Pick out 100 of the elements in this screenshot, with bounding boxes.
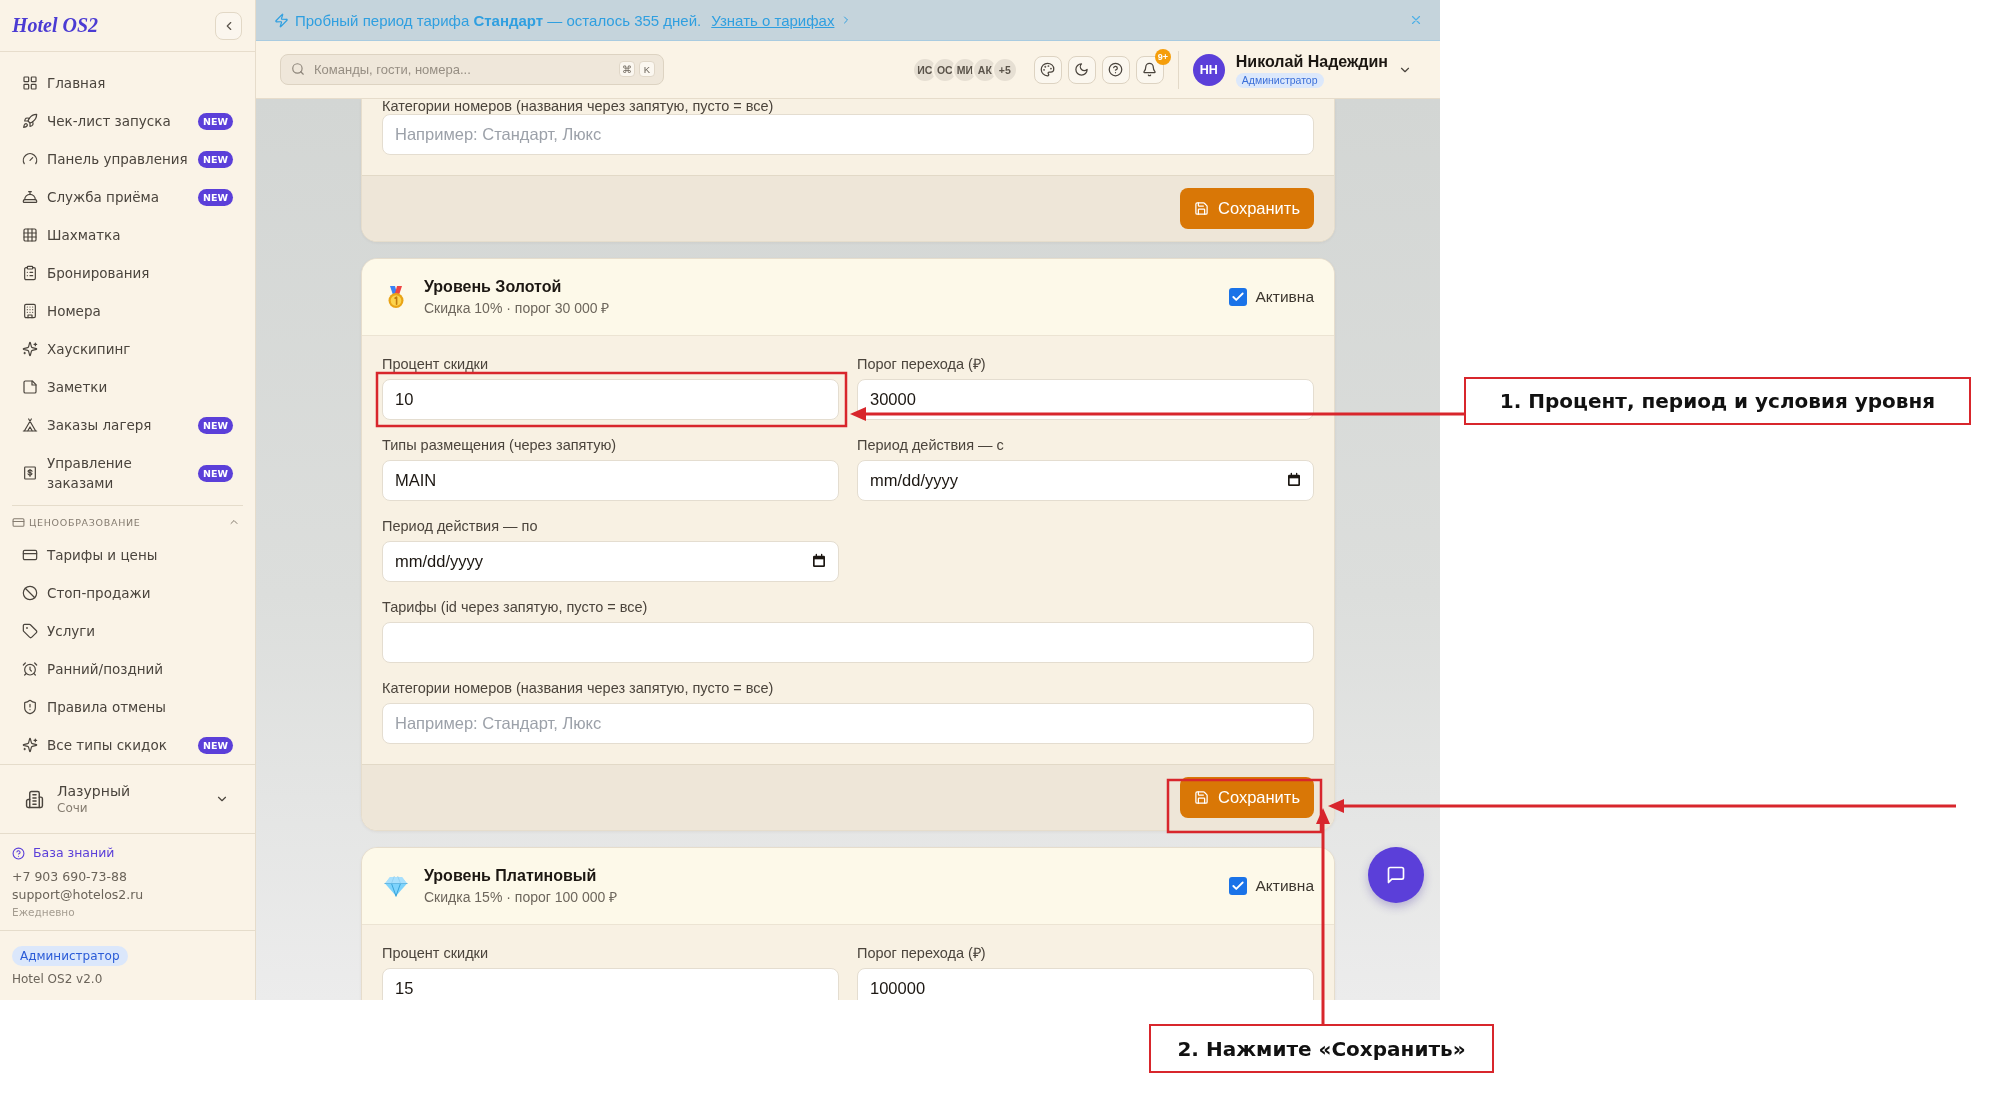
- text-field[interactable]: 10: [382, 379, 839, 420]
- sidebar-item[interactable]: Стоп-продажи: [12, 574, 243, 612]
- clipboard-icon: [22, 265, 38, 281]
- sidebar-item[interactable]: Все типы скидок NEW: [12, 726, 243, 764]
- save-icon: [1194, 201, 1209, 216]
- sidebar-item[interactable]: Хаускипинг: [12, 330, 243, 368]
- new-badge: NEW: [198, 150, 233, 168]
- text-field[interactable]: 30000: [857, 379, 1314, 420]
- role-badge: Администратор: [12, 946, 128, 966]
- new-badge: NEW: [198, 464, 233, 482]
- sidebar-item[interactable]: Главная: [12, 64, 243, 102]
- sidebar-item[interactable]: Заказы лагеря NEW: [12, 406, 243, 444]
- app-version: Hotel OS2 v2.0: [12, 971, 103, 988]
- dark-mode-button[interactable]: [1067, 55, 1096, 84]
- text-field[interactable]: 15: [382, 968, 839, 1000]
- field-label: Период действия — с: [857, 437, 1004, 454]
- support-phone: +7 903 690-73-88: [12, 868, 127, 886]
- user-name: Николай Надеждин: [1235, 51, 1388, 71]
- hotel-building-icon: [25, 789, 44, 809]
- help-button[interactable]: [1101, 55, 1130, 84]
- new-badge: NEW: [198, 112, 233, 130]
- sidebar-item[interactable]: Служба приёма NEW: [12, 178, 243, 216]
- banner-text: Пробный период тарифа Стандарт — осталось 355 дней.: [295, 11, 702, 29]
- text-field[interactable]: [382, 622, 1314, 663]
- field-label: Период действия — по: [382, 518, 538, 535]
- text-field[interactable]: 100000: [857, 968, 1314, 1000]
- field-label: Типы размещения (через запятую): [382, 437, 617, 454]
- support-hours: Ежедневно: [12, 905, 75, 920]
- help-icon: [1108, 62, 1124, 77]
- prohibited-icon: [22, 585, 38, 601]
- dashboard-grid-icon: [22, 75, 38, 91]
- checkmark-icon: [1230, 290, 1245, 304]
- sidebar-item[interactable]: Правила отмены: [12, 688, 243, 726]
- sidebar-item[interactable]: Услуги: [12, 612, 243, 650]
- sidebar-item[interactable]: Тарифы и цены: [12, 536, 243, 574]
- active-label: Активна: [1255, 288, 1314, 306]
- service-bell-icon: [22, 189, 38, 205]
- credit-card-icon: [22, 547, 38, 563]
- field-label: Порог перехода (₽): [857, 356, 986, 373]
- sidebar-item[interactable]: Чек-лист запуска NEW: [12, 102, 243, 140]
- bell-icon: [1142, 62, 1158, 77]
- date-field[interactable]: mm/dd/yyyy: [857, 460, 1314, 501]
- active-checkbox[interactable]: [1228, 877, 1247, 895]
- tier-title: Уровень Золотой: [424, 277, 562, 296]
- table-grid-icon: [22, 227, 38, 243]
- notification-count: 9+: [1154, 48, 1171, 65]
- active-label: Активна: [1255, 877, 1314, 895]
- tier-summary: Скидка 15% · порог 100 000 ₽: [424, 888, 618, 906]
- sidebar-item[interactable]: Панель управления NEW: [12, 140, 243, 178]
- building-icon: [22, 303, 38, 319]
- date-field[interactable]: mm/dd/yyyy: [382, 541, 839, 582]
- moon-icon: [1074, 62, 1090, 77]
- sidebar-item[interactable]: Бронирования: [12, 254, 243, 292]
- field-label: Тарифы (id через запятую, пусто = все): [382, 599, 648, 616]
- role-badge: Администратор: [1235, 72, 1324, 88]
- help-icon: [12, 846, 25, 860]
- section-toggle[interactable]: ЦЕНООБРАЗОВАНИЕ: [12, 508, 243, 536]
- new-badge: NEW: [198, 416, 233, 434]
- document-icon: [22, 379, 38, 395]
- field-label: Процент скидки: [382, 945, 489, 962]
- field-label: Категории номеров (названия через запятую, пусто = все): [382, 680, 774, 697]
- chat-bubble-icon: [1386, 865, 1406, 885]
- new-badge: NEW: [198, 736, 233, 754]
- close-icon: [1409, 13, 1423, 27]
- text-field[interactable]: MAIN: [382, 460, 839, 501]
- rocket-icon: [22, 113, 38, 129]
- tier-summary: Скидка 10% · порог 30 000 ₽: [424, 299, 610, 317]
- sparkles-icon: [22, 737, 38, 753]
- text-field[interactable]: Например: Стандарт, Люкс: [382, 703, 1314, 744]
- credit-card-icon: [12, 515, 25, 529]
- shortcut-key: ⌘: [619, 61, 635, 77]
- app-logo: Hotel OS2: [12, 14, 99, 37]
- user-menu[interactable]: НН Николай Надеждин Администратор: [1192, 51, 1412, 88]
- text-field[interactable]: Например: Стандарт, Люкс: [382, 114, 1314, 155]
- tag-icon: [22, 623, 38, 639]
- hotel-selector[interactable]: Лазурный Сочи: [0, 765, 255, 833]
- knowledge-base-link[interactable]: База знаний: [12, 844, 115, 862]
- tier-title: Уровень Платиновый: [424, 866, 597, 885]
- callout-label: 2. Нажмите «Сохранить»: [1149, 1024, 1494, 1073]
- field-label: Процент скидки: [382, 356, 489, 373]
- field-label: Категории номеров (названия через запятую, пусто = все): [382, 99, 774, 114]
- sidebar-item[interactable]: Управление заказами NEW: [12, 444, 243, 502]
- lightning-icon: [274, 12, 289, 28]
- support-email: support@hotelos2.ru: [12, 886, 144, 904]
- sparkles-icon: [22, 341, 38, 357]
- sidebar-item[interactable]: Номера: [12, 292, 243, 330]
- sidebar-item[interactable]: Заметки: [12, 368, 243, 406]
- user-avatar: НН: [1192, 53, 1225, 86]
- save-icon: [1194, 790, 1209, 805]
- sidebar-item[interactable]: Ранний/поздний: [12, 650, 243, 688]
- diamond-icon: [384, 874, 408, 898]
- search-icon: [291, 62, 305, 76]
- sidebar-item[interactable]: Шахматка: [12, 216, 243, 254]
- alarm-clock-icon: [22, 661, 38, 677]
- theme-button[interactable]: [1033, 55, 1062, 84]
- tent-icon: [22, 417, 38, 433]
- shield-icon: [22, 699, 38, 715]
- callout-label: 1. Процент, период и условия уровня: [1464, 377, 1971, 425]
- gauge-icon: [22, 151, 38, 167]
- active-checkbox[interactable]: [1228, 288, 1247, 306]
